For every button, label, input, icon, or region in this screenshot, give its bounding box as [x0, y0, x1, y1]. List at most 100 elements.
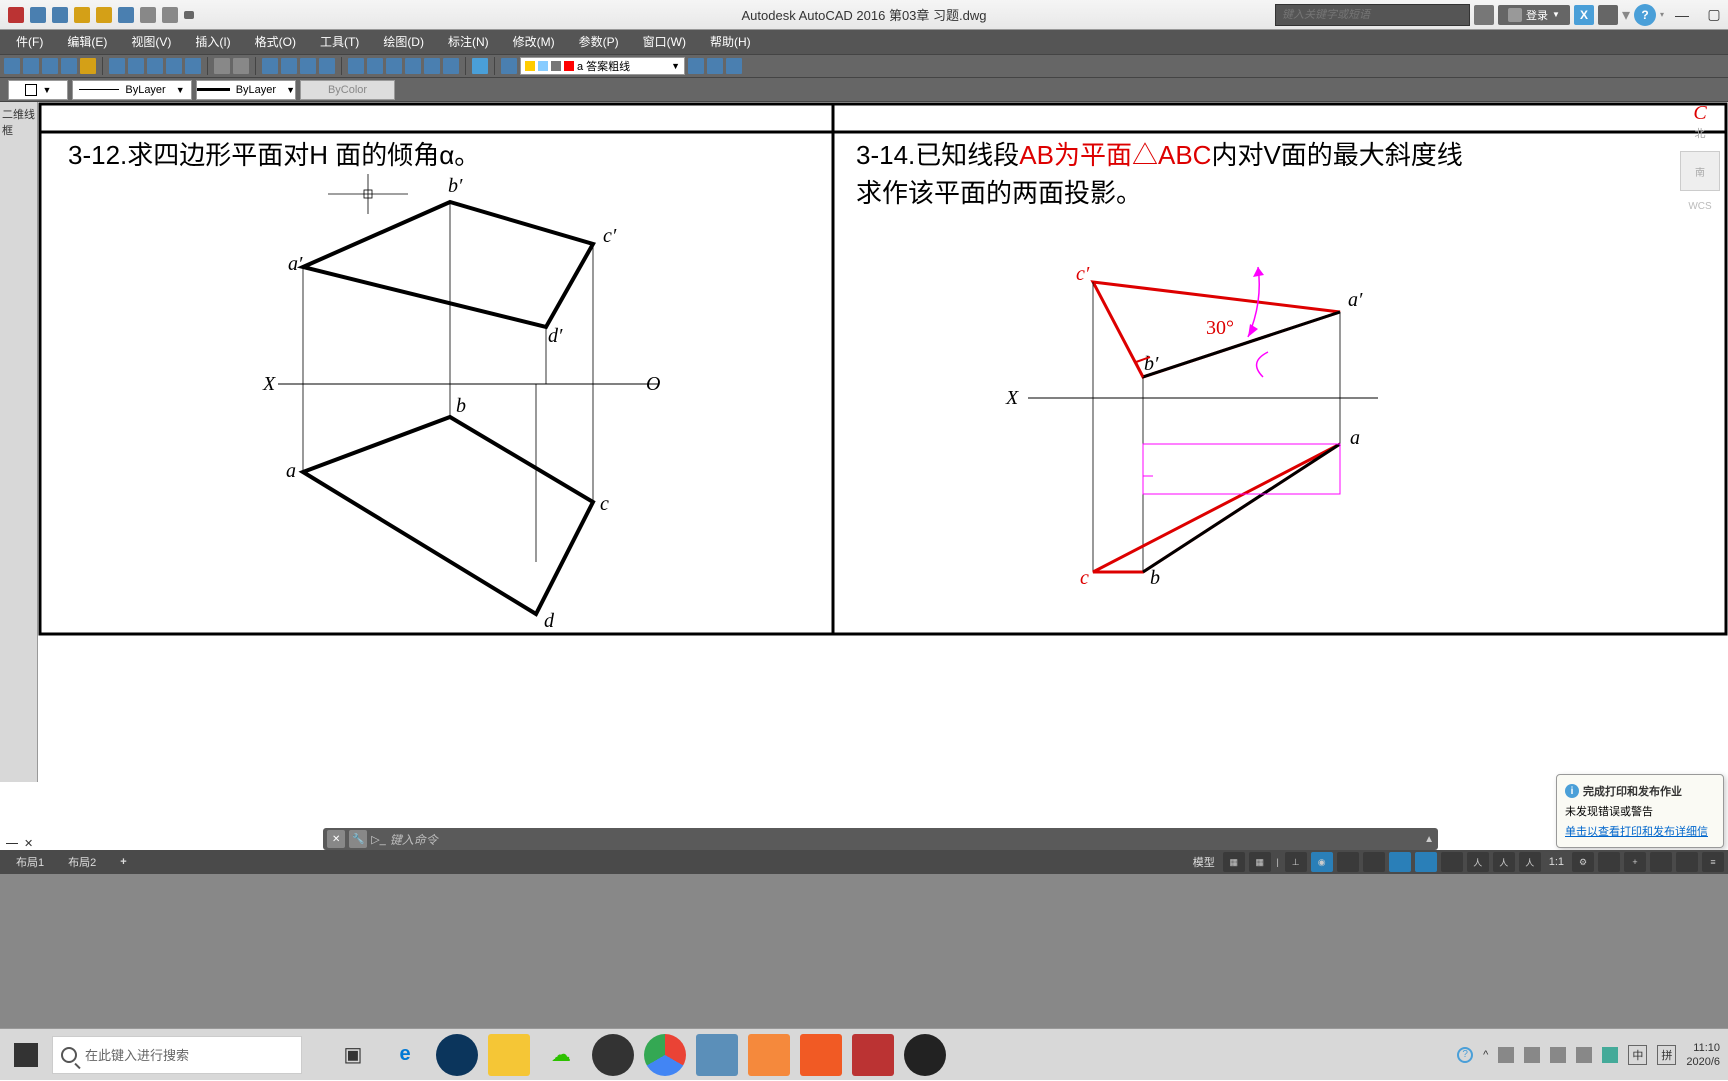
sb-icon[interactable]: [1363, 852, 1385, 872]
pan-icon[interactable]: [262, 58, 278, 74]
menu-draw[interactable]: 绘图(D): [371, 30, 436, 54]
tool-icon[interactable]: [109, 58, 125, 74]
menu-edit[interactable]: 编辑(E): [55, 30, 119, 54]
tool-icon[interactable]: [4, 58, 20, 74]
tool-icon[interactable]: [166, 58, 182, 74]
wechat-icon[interactable]: ☁: [540, 1034, 582, 1076]
tab-layout2[interactable]: 布局2: [56, 852, 108, 872]
tool-icon[interactable]: [300, 58, 316, 74]
a360-icon[interactable]: [1598, 5, 1618, 25]
view-compass[interactable]: C 北 南 WCS: [1680, 102, 1720, 212]
grid-toggle[interactable]: ▦: [1223, 852, 1245, 872]
tool-icon[interactable]: [128, 58, 144, 74]
menu-view[interactable]: 视图(V): [119, 30, 183, 54]
chrome-icon[interactable]: [644, 1034, 686, 1076]
app-icon[interactable]: [8, 7, 24, 23]
tool-icon[interactable]: [367, 58, 383, 74]
ime-kbd[interactable]: 拼: [1657, 1045, 1676, 1065]
exchange-icon[interactable]: X: [1574, 5, 1594, 25]
tab-layout1[interactable]: 布局1: [4, 852, 56, 872]
menu-tools[interactable]: 工具(T): [308, 30, 371, 54]
layer-dropdown[interactable]: a 答案粗线 ▼: [520, 57, 685, 75]
drawing-canvas[interactable]: 3-12.求四边形平面对H 面的倾角α。 X O a′ b′ c′ d′ a b…: [38, 102, 1728, 784]
search-input[interactable]: [1275, 4, 1470, 26]
menu-format[interactable]: 格式(O): [243, 30, 308, 54]
tool-icon[interactable]: [23, 58, 39, 74]
sb-icon[interactable]: 人: [1519, 852, 1541, 872]
menu-help[interactable]: 帮助(H): [698, 30, 763, 54]
start-button[interactable]: [0, 1029, 52, 1081]
app-icon[interactable]: [696, 1034, 738, 1076]
app-icon[interactable]: [748, 1034, 790, 1076]
cmd-handle[interactable]: ✕: [6, 837, 33, 850]
layer-tool-icon[interactable]: [501, 58, 517, 74]
sb-icon[interactable]: 人: [1467, 852, 1489, 872]
taskbar-search[interactable]: 在此键入进行搜索: [52, 1036, 302, 1074]
open-icon[interactable]: [52, 7, 68, 23]
zoom-icon[interactable]: [281, 58, 297, 74]
tool-icon[interactable]: [348, 58, 364, 74]
app-icon[interactable]: [904, 1034, 946, 1076]
taskview-icon[interactable]: ▣: [332, 1034, 374, 1076]
visual-style-tab[interactable]: 二维线框: [0, 102, 37, 142]
sb-icon[interactable]: [1337, 852, 1359, 872]
sb-icon[interactable]: [1650, 852, 1672, 872]
print-icon[interactable]: [118, 7, 134, 23]
tray-icon[interactable]: [1524, 1047, 1540, 1063]
undo-tool-icon[interactable]: [214, 58, 230, 74]
layer-tool-icon[interactable]: [707, 58, 723, 74]
sb-icon[interactable]: [1676, 852, 1698, 872]
tool-icon[interactable]: [386, 58, 402, 74]
snap-toggle[interactable]: ▦: [1249, 852, 1271, 872]
save-icon[interactable]: [74, 7, 90, 23]
tool-icon[interactable]: [42, 58, 58, 74]
autocad-icon[interactable]: [852, 1034, 894, 1076]
lineweight-dropdown[interactable]: ByLayer▼: [196, 80, 296, 100]
menu-insert[interactable]: 插入(I): [183, 30, 242, 54]
redo-icon[interactable]: [162, 7, 178, 23]
tool-icon[interactable]: [424, 58, 440, 74]
sb-icon[interactable]: [1415, 852, 1437, 872]
clock[interactable]: 11:10 2020/6: [1686, 1041, 1720, 1069]
binoculars-icon[interactable]: [1474, 5, 1494, 25]
view-cube[interactable]: 南: [1680, 151, 1720, 191]
sb-icon[interactable]: +: [1624, 852, 1646, 872]
menu-parametric[interactable]: 参数(P): [567, 30, 631, 54]
tool-icon[interactable]: [80, 58, 96, 74]
explorer-icon[interactable]: [488, 1034, 530, 1076]
tool-icon[interactable]: [147, 58, 163, 74]
volume-icon[interactable]: [1576, 1047, 1592, 1063]
maximize-button[interactable]: ▢: [1700, 5, 1728, 25]
menu-modify[interactable]: 修改(M): [501, 30, 567, 54]
tray-chevron[interactable]: ^: [1483, 1049, 1488, 1061]
qat-dropdown-icon[interactable]: [184, 11, 194, 19]
tool-icon[interactable]: [443, 58, 459, 74]
layer-tool-icon[interactable]: [688, 58, 704, 74]
ime-label[interactable]: 中: [1628, 1045, 1647, 1065]
edge-icon[interactable]: e: [384, 1034, 426, 1076]
command-line[interactable]: ✕ 🔧 ▷_ 键入命令 ▲: [323, 828, 1438, 850]
color-dropdown[interactable]: ▼: [8, 80, 68, 100]
cmd-history-icon[interactable]: ▲: [1424, 834, 1434, 845]
saveas-icon[interactable]: [96, 7, 112, 23]
sb-icon[interactable]: 人: [1493, 852, 1515, 872]
minimize-button[interactable]: —: [1668, 5, 1696, 25]
menu-window[interactable]: 窗口(W): [631, 30, 698, 54]
new-icon[interactable]: [30, 7, 46, 23]
cmd-config-icon[interactable]: 🔧: [349, 830, 367, 848]
undo-icon[interactable]: [140, 7, 156, 23]
linetype-dropdown[interactable]: ByLayer▼: [72, 80, 192, 100]
tab-add[interactable]: +: [108, 854, 138, 870]
customize-icon[interactable]: ≡: [1702, 852, 1724, 872]
sb-icon[interactable]: [1441, 852, 1463, 872]
tool-icon[interactable]: [185, 58, 201, 74]
layer-tool-icon[interactable]: [726, 58, 742, 74]
tray-help-icon[interactable]: ?: [1457, 1047, 1473, 1063]
help-button[interactable]: ?: [1634, 4, 1656, 26]
tool-icon[interactable]: [405, 58, 421, 74]
sb-icon[interactable]: [1389, 852, 1411, 872]
tray-icon[interactable]: [1602, 1047, 1618, 1063]
cmd-close-btn[interactable]: ✕: [327, 830, 345, 848]
help-tool-icon[interactable]: [472, 58, 488, 74]
app-icon[interactable]: [592, 1034, 634, 1076]
